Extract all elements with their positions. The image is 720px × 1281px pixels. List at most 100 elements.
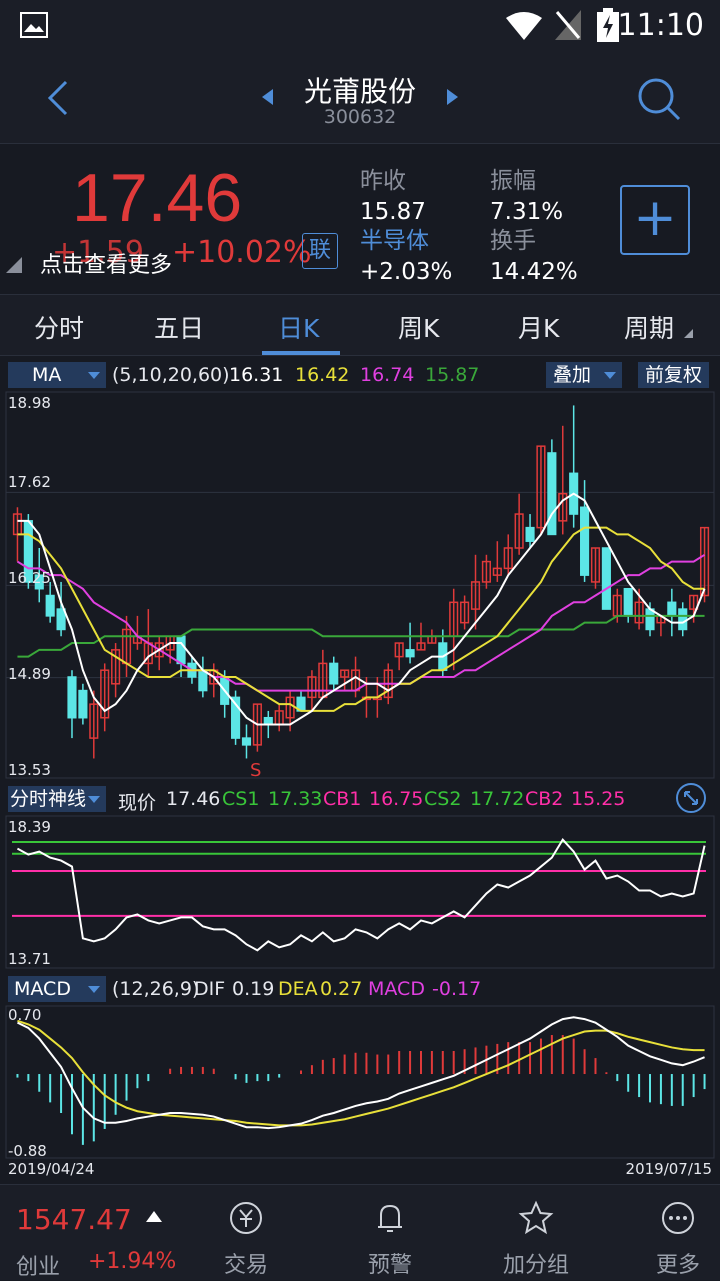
- fullscreen-icon[interactable]: [675, 782, 707, 814]
- chevron-down-icon: [88, 986, 100, 993]
- ma20-value: 16.74: [360, 364, 415, 386]
- nav-trade-label: 交易: [223, 1253, 268, 1278]
- stock-name: 光莆股份: [303, 75, 416, 108]
- sub-indicator-select[interactable]: 分时神线: [8, 786, 106, 812]
- prev-close: 昨收 15.87: [360, 161, 426, 225]
- index-value[interactable]: 1547.47: [16, 1203, 132, 1236]
- ma5-value: 16.31: [229, 364, 284, 386]
- candle-down: [263, 716, 273, 726]
- macd-indicator-label: MACD: [14, 978, 71, 1000]
- sector[interactable]: 半导体 +2.03%: [360, 221, 452, 285]
- candle-down: [56, 608, 66, 631]
- candle-down: [601, 547, 611, 610]
- candle-down: [78, 689, 88, 719]
- cs2-label: CS2: [424, 788, 462, 810]
- macd-chart[interactable]: [0, 1004, 720, 1160]
- nav-alert-label: 预警: [367, 1253, 412, 1278]
- tab-period[interactable]: 周期: [624, 309, 674, 345]
- add-watchlist-button[interactable]: +: [620, 185, 690, 255]
- nav-alert[interactable]: 预警: [340, 1199, 440, 1279]
- tab-intraday[interactable]: 分时: [34, 309, 84, 345]
- nav-trade[interactable]: 交易: [196, 1199, 296, 1279]
- sub-price-label: 现价: [118, 792, 157, 814]
- overlay-label: 叠加: [553, 364, 592, 386]
- nav-add-group[interactable]: 加分组: [486, 1199, 586, 1279]
- current-price: 17.46: [72, 160, 243, 236]
- main-axis-l3: 16.25: [8, 569, 51, 587]
- related-button[interactable]: 联: [302, 233, 338, 269]
- next-stock-icon[interactable]: [447, 89, 458, 105]
- nav-add-group-label: 加分组: [502, 1253, 569, 1278]
- amplitude: 振幅 7.31%: [490, 161, 563, 225]
- trade-icon: [230, 1202, 262, 1234]
- tab-weekly-k[interactable]: 周K: [398, 309, 439, 345]
- macd-label: MACD: [368, 978, 425, 1000]
- active-tab-indicator: [262, 351, 340, 355]
- sector-label[interactable]: 半导体: [360, 221, 452, 255]
- turnover-value: 14.42%: [490, 259, 578, 285]
- tab-five-day[interactable]: 五日: [154, 309, 204, 345]
- nav-more[interactable]: 更多: [628, 1199, 720, 1279]
- prev-close-label: 昨收: [360, 168, 406, 194]
- macd-indicator-select[interactable]: MACD: [8, 976, 106, 1002]
- date-end: 2019/07/15: [625, 1160, 712, 1178]
- no-signal-icon: [555, 10, 581, 40]
- nav-more-label: 更多: [655, 1253, 700, 1278]
- overlay-select[interactable]: 叠加: [546, 362, 622, 388]
- candle-down: [198, 669, 208, 692]
- candle-down: [176, 635, 186, 665]
- period-tabs: 分时 五日 日K 周K 月K 周期: [0, 294, 720, 356]
- sub-indicator-chart[interactable]: [0, 814, 720, 970]
- dif-line: [17, 1016, 705, 1130]
- candle-down: [67, 676, 77, 719]
- dea-line: [17, 1019, 705, 1127]
- sub-indicator-bar: 分时神线 现价 17.46 CS1 17.33 CB1 16.75 CS2 17…: [0, 782, 720, 814]
- ma60-line: [17, 614, 705, 658]
- ma-indicator-label: MA: [32, 364, 62, 386]
- sub-axis-bottom: 13.71: [8, 950, 51, 968]
- date-start: 2019/04/24: [8, 1160, 95, 1178]
- bell-icon: [378, 1204, 402, 1232]
- candle-down: [645, 608, 655, 631]
- macd-bar: MACD (12,26,9) DIF 0.19 DEA 0.27 MACD -0…: [0, 974, 720, 1004]
- dea-label: DEA: [278, 978, 318, 1000]
- candle-down: [667, 601, 677, 617]
- sub-price-value: 17.46: [166, 788, 221, 810]
- search-icon[interactable]: [636, 76, 682, 122]
- chevron-down-icon: [88, 796, 100, 803]
- tab-monthly-k[interactable]: 月K: [518, 309, 559, 345]
- ma-indicator-select[interactable]: MA: [8, 362, 106, 388]
- tab-daily-k[interactable]: 日K: [278, 309, 319, 345]
- sub-indicator-label: 分时神线: [10, 788, 87, 810]
- cb1-label: CB1: [323, 788, 362, 810]
- macd-axis-top: 0.70: [8, 1006, 42, 1024]
- ma60-value: 15.87: [425, 364, 480, 386]
- bottom-nav: 1547.47 创业 +1.94% 交易 预警 加分组 更多: [0, 1184, 720, 1280]
- expand-corner-icon: [6, 257, 22, 273]
- candle-down: [678, 608, 688, 631]
- candle-down: [580, 506, 590, 576]
- chart-frame: [5, 1005, 715, 1159]
- up-arrow-icon: [146, 1211, 162, 1222]
- cs2-value: 17.72: [470, 788, 525, 810]
- stock-code: 300632: [323, 106, 397, 128]
- more-icon: [662, 1202, 694, 1234]
- candlestick-chart[interactable]: [0, 390, 720, 780]
- view-more-link[interactable]: 点击查看更多: [40, 247, 172, 279]
- image-notification-icon: [20, 12, 48, 38]
- chevron-down-icon: [604, 372, 616, 379]
- cs1-value: 17.33: [268, 788, 323, 810]
- adjust-button[interactable]: 前复权: [638, 362, 710, 388]
- battery-charging-icon: [597, 8, 619, 42]
- dif-value: 0.19: [232, 978, 275, 1000]
- sector-change: +2.03%: [360, 259, 453, 285]
- main-axis-top: 18.98: [8, 394, 51, 412]
- price-change-pct: +10.02%: [172, 235, 312, 270]
- main-axis-bottom: 13.53: [8, 761, 51, 779]
- wifi-icon: [506, 12, 542, 40]
- main-axis-l4: 14.89: [8, 665, 51, 683]
- cb1-value: 16.75: [369, 788, 424, 810]
- cb2-label: CB2: [525, 788, 564, 810]
- candle-down: [329, 662, 339, 685]
- candle-down: [525, 526, 535, 542]
